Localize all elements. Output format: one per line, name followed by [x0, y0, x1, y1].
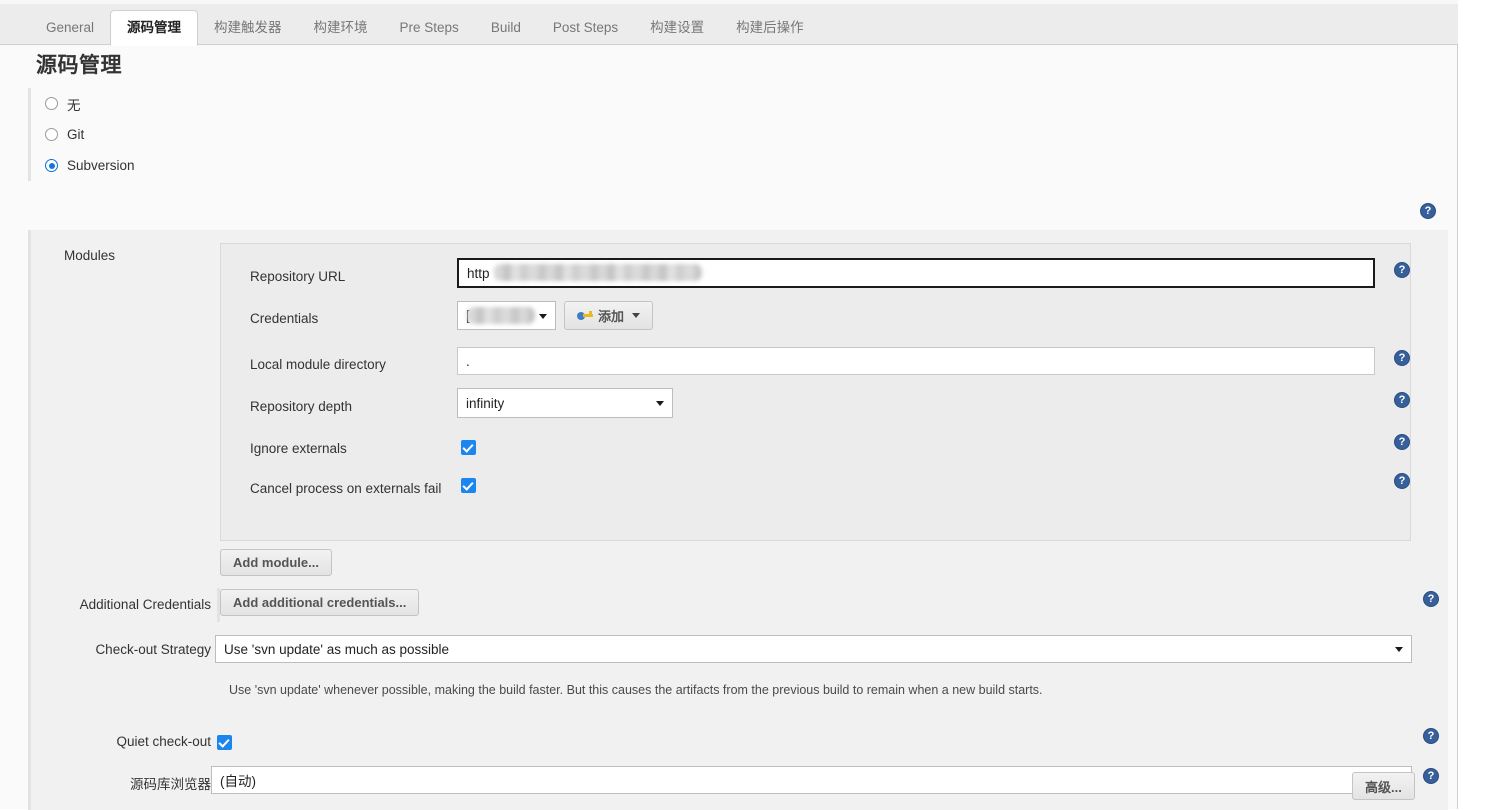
tab-post-build-actions[interactable]: 构建后操作 [720, 10, 820, 45]
cancel-process-on-externals-fail-checkbox[interactable] [461, 478, 476, 493]
credentials-label: Credentials [250, 311, 319, 326]
repository-browser-label: 源码库浏览器 [130, 777, 211, 792]
help-icon-repository-depth[interactable]: ? [1394, 392, 1410, 408]
scm-option-none[interactable]: 无 [31, 88, 1448, 119]
scm-option-git[interactable]: Git [31, 119, 1448, 150]
chevron-down-icon-checkout-strategy [1395, 647, 1403, 652]
chevron-down-icon-repository-depth [656, 401, 664, 406]
tab-build-environment[interactable]: 构建环境 [298, 10, 384, 45]
local-module-directory-label: Local module directory [250, 357, 386, 372]
advanced-button[interactable]: 高级... [1352, 772, 1415, 800]
add-module-button-label: Add module... [233, 555, 319, 570]
repository-depth-label: Repository depth [250, 399, 353, 414]
config-tabbar: General 源码管理 构建触发器 构建环境 Pre Steps Build … [0, 0, 1458, 46]
help-icon-repository-browser[interactable]: ? [1423, 768, 1439, 784]
help-icon-additional-credentials[interactable]: ? [1423, 591, 1439, 607]
add-module-button[interactable]: Add module... [220, 549, 332, 576]
repository-url-redaction [494, 264, 702, 281]
radio-subversion[interactable] [45, 159, 58, 172]
additional-credentials-label: Additional Credentials [79, 597, 211, 612]
key-icon [577, 310, 593, 322]
chevron-down-icon-credentials [539, 313, 547, 319]
advanced-button-label: 高级... [1365, 779, 1402, 795]
checkout-strategy-description: Use 'svn update' whenever possible, maki… [229, 683, 1043, 697]
help-icon-ignore-externals[interactable]: ? [1394, 434, 1410, 450]
ignore-externals-label: Ignore externals [250, 441, 347, 456]
repository-browser-value: (自动) [220, 774, 256, 789]
help-icon-scm[interactable]: ? [1420, 203, 1436, 219]
subversion-settings-panel: Modules Repository URL ? Credentials [ [28, 230, 1448, 810]
quiet-checkout-label: Quiet check-out [116, 734, 211, 749]
repository-depth-value: infinity [466, 395, 505, 411]
config-content: 源码管理 无 Git Subversion ? Modules Reposito… [0, 45, 1458, 810]
tab-pre-steps[interactable]: Pre Steps [384, 10, 475, 45]
radio-git[interactable] [45, 128, 58, 141]
repository-browser-select[interactable]: (自动) [211, 766, 1412, 794]
add-credentials-button-label: 添加 [598, 309, 625, 324]
module-entry-box: Repository URL ? Credentials [ 添 [220, 243, 1411, 541]
local-module-directory-input[interactable] [457, 347, 1375, 375]
help-icon-quiet-checkout[interactable]: ? [1423, 728, 1439, 744]
add-additional-credentials-button[interactable]: Add additional credentials... [220, 589, 420, 616]
repository-url-field-wrap [457, 258, 1375, 288]
tab-build-settings[interactable]: 构建设置 [634, 10, 720, 45]
radio-none[interactable] [45, 97, 58, 110]
tab-list: General 源码管理 构建触发器 构建环境 Pre Steps Build … [30, 4, 820, 46]
add-credentials-button[interactable]: 添加 [564, 301, 654, 330]
add-additional-credentials-button-label: Add additional credentials... [233, 595, 407, 610]
cancel-process-on-externals-fail-label: Cancel process on externals fail [250, 481, 442, 496]
tab-build[interactable]: Build [475, 10, 537, 45]
jenkins-job-config-page: General 源码管理 构建触发器 构建环境 Pre Steps Build … [0, 0, 1485, 810]
scm-option-none-label: 无 [67, 97, 81, 113]
tab-source-code-management[interactable]: 源码管理 [110, 10, 199, 46]
help-icon-local-module-directory[interactable]: ? [1394, 350, 1410, 366]
checkout-strategy-label: Check-out Strategy [95, 642, 211, 657]
scm-option-subversion[interactable]: Subversion [31, 150, 1448, 181]
scm-radio-group: 无 Git Subversion [28, 88, 1448, 181]
ignore-externals-checkbox[interactable] [461, 440, 476, 455]
tab-build-triggers[interactable]: 构建触发器 [198, 10, 298, 45]
quiet-checkout-checkbox[interactable] [217, 735, 232, 750]
right-gutter [1458, 0, 1485, 809]
page-title: 源码管理 [36, 54, 122, 77]
chevron-down-icon-add-credentials [632, 313, 641, 318]
help-icon-repository-url[interactable]: ? [1394, 262, 1410, 278]
tab-general[interactable]: General [30, 10, 110, 45]
repository-depth-select[interactable]: infinity [457, 388, 673, 418]
checkout-strategy-select[interactable]: Use 'svn update' as much as possible [215, 635, 1412, 663]
modules-label: Modules [64, 248, 116, 263]
scm-option-subversion-label: Subversion [67, 158, 135, 173]
help-icon-cancel-process-on-externals-fail[interactable]: ? [1394, 473, 1410, 489]
credentials-redaction [467, 307, 535, 324]
tab-post-steps[interactable]: Post Steps [537, 10, 634, 45]
repository-url-label: Repository URL [250, 269, 346, 284]
checkout-strategy-value: Use 'svn update' as much as possible [224, 641, 450, 657]
scm-option-git-label: Git [67, 127, 85, 142]
